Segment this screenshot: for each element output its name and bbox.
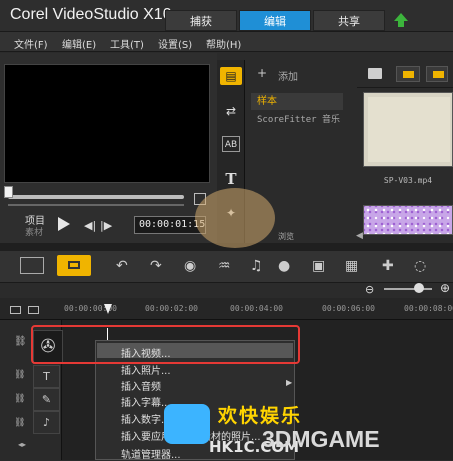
- menu-tools[interactable]: 工具(T): [110, 36, 144, 51]
- track-toggle-icon[interactable]: [28, 306, 39, 314]
- scroll-start-icon[interactable]: ◂▸: [18, 440, 26, 449]
- tab-edit[interactable]: 编辑: [239, 10, 311, 31]
- zoom-slider[interactable]: [384, 288, 432, 290]
- browse-button[interactable]: 浏览: [278, 231, 294, 242]
- voice-track-icon[interactable]: ✎: [33, 388, 60, 411]
- add-label[interactable]: 添加: [278, 68, 298, 83]
- menu-item-insert-subtitle[interactable]: 插入字幕...: [121, 394, 171, 409]
- menu-file[interactable]: 文件(F): [14, 36, 48, 51]
- scroll-left-icon[interactable]: ◀: [356, 231, 363, 241]
- title-icon[interactable]: T: [220, 170, 242, 188]
- menu-settings[interactable]: 设置(S): [158, 36, 192, 51]
- add-icon[interactable]: +: [257, 66, 267, 80]
- media-thumbnail[interactable]: [363, 92, 453, 167]
- nav-item-sample[interactable]: 样本: [251, 93, 343, 110]
- ruler-tick-label: 00:00:04:00: [230, 304, 283, 313]
- auto-music-icon[interactable]: ♫: [250, 258, 263, 274]
- record-icon[interactable]: ◉: [184, 258, 196, 274]
- track-link-icon[interactable]: ⛓: [14, 394, 25, 404]
- preview-screen: [4, 64, 210, 183]
- show-photo-icon[interactable]: [426, 66, 448, 82]
- scrub-bar[interactable]: [8, 195, 184, 199]
- ruler-tick-label: 00:00:06:00: [322, 304, 375, 313]
- multi-trim-icon[interactable]: ▦: [345, 258, 358, 274]
- transition-icon[interactable]: ⇄: [220, 102, 242, 120]
- menu-edit[interactable]: 编辑(E): [62, 36, 96, 51]
- transition-ab-icon[interactable]: AB: [222, 136, 240, 152]
- prev-frame-icon[interactable]: ◀|: [84, 219, 96, 232]
- subtitle-editor-icon[interactable]: ▣: [312, 258, 325, 274]
- storyboard-view-icon[interactable]: [20, 257, 44, 274]
- tab-share[interactable]: 共享: [313, 10, 385, 31]
- track-link-icon[interactable]: ⛓: [14, 336, 27, 347]
- zoom-in-icon[interactable]: ⊕: [440, 281, 450, 295]
- annotation-highlight-box: [31, 325, 300, 364]
- track-link-icon[interactable]: ⛓: [14, 370, 25, 380]
- mode-clip-label[interactable]: 素材: [25, 225, 43, 238]
- ruler-tick-label: 00:00:02:00: [145, 304, 198, 313]
- scrub-handle[interactable]: [4, 186, 13, 198]
- menu-item-insert-audio[interactable]: 插入音频: [121, 378, 161, 393]
- music-track-icon[interactable]: ♪: [33, 411, 60, 434]
- play-button[interactable]: [58, 217, 70, 231]
- motion-tracking-icon[interactable]: ✚: [382, 258, 394, 274]
- color-icon[interactable]: ●: [278, 258, 290, 274]
- watermark-text: 欢快娱乐: [218, 405, 303, 427]
- upload-arrow-icon[interactable]: [393, 12, 409, 28]
- menu-item-track-manager[interactable]: 轨道管理器...: [121, 446, 181, 461]
- zoom-out-icon[interactable]: ⊖: [365, 283, 374, 296]
- thumbnail-caption: SP-V03.mp4: [383, 176, 433, 185]
- watermark-logo: [195, 188, 275, 248]
- media-thumbnail-particles[interactable]: [363, 205, 453, 235]
- title-track-icon[interactable]: T: [33, 365, 60, 388]
- redo-icon[interactable]: ↷: [150, 258, 162, 274]
- trim-bar[interactable]: [8, 204, 184, 206]
- folder-icon[interactable]: [368, 68, 382, 79]
- watermark-gamepad-icon: [164, 404, 210, 444]
- path-icon[interactable]: ◌: [414, 258, 426, 274]
- audio-mixer-icon[interactable]: ♒: [218, 258, 231, 274]
- submenu-arrow-icon: ▶: [286, 378, 293, 387]
- track-toggle-icon[interactable]: [10, 306, 21, 314]
- show-video-icon[interactable]: [396, 66, 420, 82]
- undo-icon[interactable]: ↶: [116, 258, 128, 274]
- menu-help[interactable]: 帮助(H): [206, 36, 241, 51]
- tab-capture[interactable]: 捕获: [165, 10, 237, 31]
- app-title: Corel VideoStudio X10: [10, 6, 172, 23]
- track-link-icon[interactable]: ⛓: [14, 418, 25, 428]
- ruler-tick-label: 00:00:08:00: [404, 304, 453, 313]
- media-icon[interactable]: ▤: [220, 67, 242, 85]
- timeline-view-icon[interactable]: [57, 255, 91, 276]
- nav-item-scorefitter[interactable]: ScoreFitter 音乐: [257, 112, 340, 125]
- zoom-handle[interactable]: [414, 283, 424, 293]
- next-frame-icon[interactable]: |▶: [100, 219, 112, 232]
- menu-item-insert-photo[interactable]: 插入照片...: [121, 362, 171, 377]
- watermark-site: 3DMGAME: [262, 426, 380, 452]
